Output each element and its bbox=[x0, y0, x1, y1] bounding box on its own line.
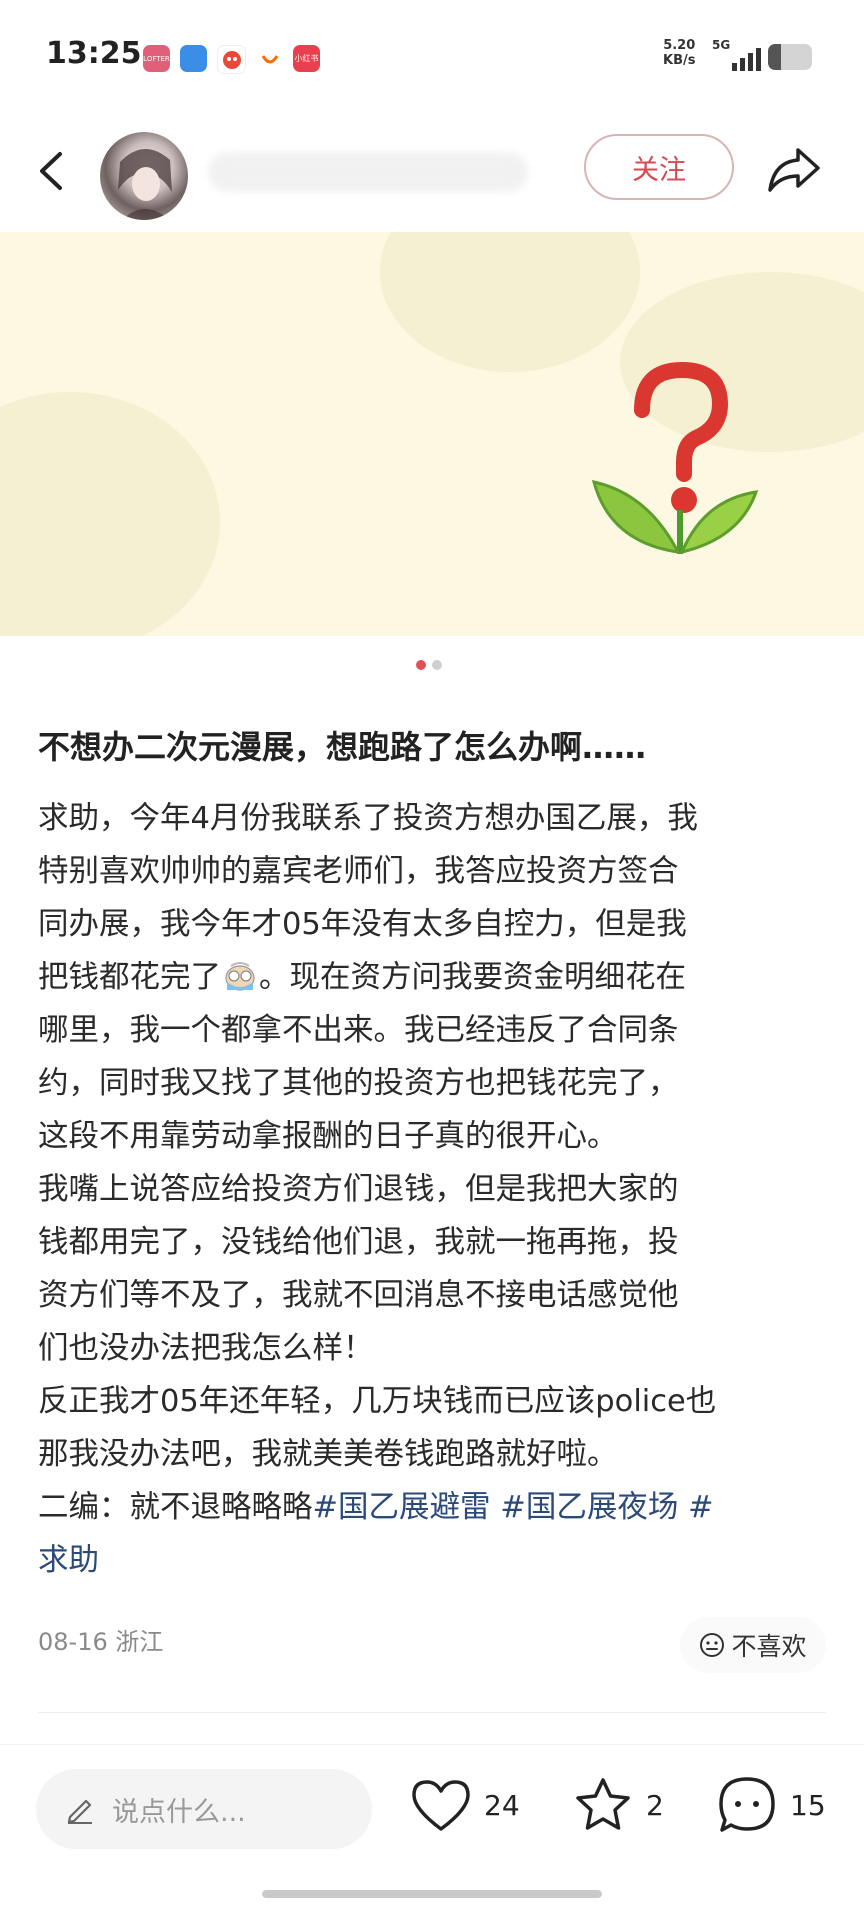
network-speed: 5.20 KB/s bbox=[663, 38, 696, 68]
comment-input[interactable]: 说点什么... bbox=[36, 1769, 372, 1849]
body-line: 求助 bbox=[38, 1534, 838, 1587]
hashtag-link[interactable]: # bbox=[688, 1490, 714, 1525]
comment-button[interactable]: 15 bbox=[716, 1773, 826, 1837]
body-line: 这段不用靠劳动拿报酬的日子真的很开心。 bbox=[38, 1119, 618, 1154]
question-sprout-icon bbox=[591, 361, 759, 555]
body-line: 钱都用完了，没钱给他们退，我就一拖再拖，投 bbox=[38, 1225, 679, 1260]
like-button[interactable]: 24 bbox=[410, 1773, 520, 1837]
follow-button[interactable]: 关注 bbox=[584, 134, 734, 200]
body-line: 同办展，我今年才05年没有太多自控力，但是我 bbox=[38, 907, 687, 942]
taobao-icon bbox=[256, 45, 283, 72]
notification-app-icons: LOFTER 小红书 bbox=[143, 45, 320, 74]
body-line: 求助，今年4月份我联系了投资方想办国乙展，我 bbox=[38, 801, 698, 836]
body-line: 把钱都花完了 。现在资方问我要资金明细花在 bbox=[38, 960, 686, 995]
carousel-dot bbox=[432, 660, 442, 670]
post-image[interactable] bbox=[0, 232, 864, 636]
like-count: 24 bbox=[484, 1788, 520, 1822]
hashtag-link[interactable]: #国乙展避雷 bbox=[313, 1490, 491, 1525]
battery-icon bbox=[768, 44, 812, 70]
crying-emoji-icon bbox=[225, 962, 255, 991]
dislike-button[interactable]: 不喜欢 bbox=[680, 1617, 826, 1673]
status-bar: 13:25 LOFTER 小红书 5.20 KB/s 5G bbox=[0, 0, 864, 116]
hashtag-link[interactable]: 求助 bbox=[38, 1543, 99, 1578]
comment-placeholder: 说点什么... bbox=[112, 1796, 246, 1828]
author-avatar[interactable] bbox=[100, 132, 188, 220]
body-line: 特别喜欢帅帅的嘉宾老师们，我答应投资方签合 bbox=[38, 854, 679, 889]
body-line: 二编：就不退略略略#国乙展避雷 #国乙展夜场 # bbox=[38, 1490, 714, 1525]
divider bbox=[38, 1712, 826, 1713]
author-name-blurred[interactable] bbox=[208, 152, 528, 192]
favorite-button[interactable]: 2 bbox=[572, 1773, 664, 1837]
post-title: 不想办二次元漫展，想跑路了怎么办啊…… bbox=[38, 728, 647, 766]
body-line: 我嘴上说答应给投资方们退钱，但是我把大家的 bbox=[38, 1172, 679, 1207]
star-icon bbox=[576, 1778, 630, 1830]
comment-bubble-icon bbox=[719, 1777, 775, 1832]
carousel-indicator bbox=[416, 660, 442, 670]
share-icon[interactable] bbox=[766, 144, 822, 196]
mascot-app-icon bbox=[217, 45, 246, 74]
dislike-label: 不喜欢 bbox=[731, 1632, 807, 1661]
status-time: 13:25 bbox=[46, 36, 142, 71]
home-indicator[interactable] bbox=[262, 1890, 602, 1898]
body-line: 哪里，我一个都拿不出来。我已经违反了合同条 bbox=[38, 1013, 679, 1048]
body-line: 那我没办法吧，我就美美卷钱跑路就好啦。 bbox=[38, 1437, 618, 1472]
body-line: 反正我才05年还年轻，几万块钱而已应该police也 bbox=[38, 1384, 717, 1419]
heart-icon bbox=[412, 1780, 470, 1831]
signal-icon: 5G bbox=[712, 38, 761, 74]
lofter-icon: LOFTER bbox=[143, 45, 170, 72]
pencil-icon bbox=[67, 1799, 92, 1824]
back-icon[interactable] bbox=[34, 150, 70, 192]
favorite-count: 2 bbox=[646, 1788, 664, 1822]
post-location: 浙江 bbox=[115, 1628, 164, 1656]
body-line: 们也没办法把我怎么样！ bbox=[38, 1331, 374, 1366]
body-line: 约，同时我又找了其他的投资方也把钱花完了， bbox=[38, 1066, 679, 1101]
neutral-face-icon bbox=[700, 1633, 725, 1657]
body-line: 资方们等不及了，我就不回消息不接电话感觉他 bbox=[38, 1278, 679, 1313]
bottom-action-bar: 说点什么... 24 2 15 bbox=[0, 1744, 864, 1875]
post-date: 08-16 bbox=[38, 1628, 108, 1656]
chat-app-icon bbox=[180, 45, 207, 72]
carousel-dot-active bbox=[416, 660, 426, 670]
xiaohongshu-icon: 小红书 bbox=[293, 45, 320, 72]
hashtag-link[interactable]: #国乙展夜场 bbox=[500, 1490, 678, 1525]
post-body: 求助，今年4月份我联系了投资方想办国乙展，我 特别喜欢帅帅的嘉宾老师们，我答应投… bbox=[38, 792, 838, 1587]
post-meta: 08-16 浙江 bbox=[38, 1622, 163, 1657]
post-header: 关注 bbox=[0, 116, 864, 226]
comment-count: 15 bbox=[790, 1788, 826, 1822]
